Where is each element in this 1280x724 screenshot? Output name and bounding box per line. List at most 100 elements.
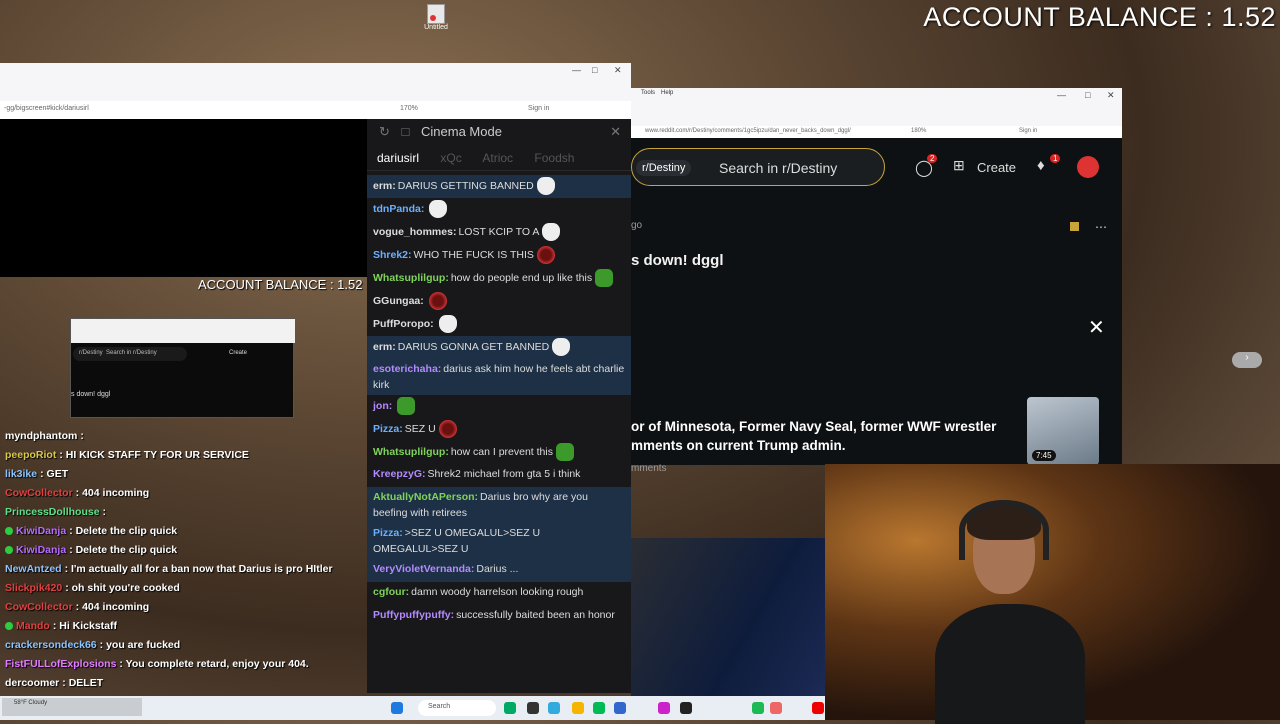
chat-username[interactable]: VeryVioletVernanda:	[373, 563, 474, 575]
chat-username[interactable]: myndphantom	[5, 430, 77, 442]
app-icon-5[interactable]	[658, 702, 670, 714]
address-bar[interactable]: www.reddit.com/r/Destiny/comments/1gc5ip…	[631, 126, 1122, 138]
emote-icon	[542, 223, 561, 241]
chat-username[interactable]: Puffypuffypuffy:	[373, 609, 454, 621]
chat-username[interactable]: jon:	[373, 400, 392, 412]
chat-text: how do people end up like this	[450, 271, 593, 284]
next-arrow-icon[interactable]: ›	[1232, 352, 1262, 368]
start-icon[interactable]	[391, 702, 403, 714]
chat-username[interactable]: tdnPanda:	[373, 203, 424, 215]
folder-icon[interactable]	[572, 702, 584, 714]
news-line-1: or of Minnesota, Former Navy Seal, forme…	[631, 419, 997, 434]
chat-username[interactable]: peepoRiot	[5, 449, 56, 461]
chat-username[interactable]: KiwiDanja	[16, 544, 66, 556]
tab-foodsh[interactable]: Foodsh	[534, 151, 574, 165]
chat-username[interactable]: CowCollector	[5, 487, 73, 499]
chat-username[interactable]: Whatsuplilgup:	[373, 272, 449, 284]
save-icon[interactable]	[1070, 222, 1079, 231]
chat-text: : 404 incoming	[75, 487, 150, 499]
zoom-level[interactable]: 170%	[400, 105, 418, 112]
chat-line: lik3ike: GET	[0, 468, 367, 487]
minimize-icon[interactable]: —	[572, 65, 581, 75]
steam-icon[interactable]	[680, 702, 692, 714]
chat-username[interactable]: NewAntzed	[5, 563, 62, 575]
app-icon-2[interactable]	[527, 702, 539, 714]
chat-username[interactable]: GGungaa:	[373, 295, 424, 307]
weather-widget[interactable]: 58°F Cloudy	[2, 698, 142, 716]
address-bar[interactable]: -gg/bigscreen#kick/dariusirl 170% Sign i…	[0, 101, 631, 119]
chat-username[interactable]: Pizza:	[373, 423, 403, 435]
chat-text: : Delete the clip quick	[69, 525, 178, 537]
youtube-icon[interactable]	[812, 702, 824, 714]
chat-username[interactable]: FistFULLofExplosions	[5, 658, 116, 670]
edge-icon[interactable]	[593, 702, 605, 714]
chat-username[interactable]: CowCollector	[5, 601, 73, 613]
spotify-icon[interactable]	[752, 702, 764, 714]
chat-text: damn woody harrelson looking rough	[411, 586, 584, 598]
maximize-icon[interactable]: □	[1085, 90, 1090, 100]
minimize-icon[interactable]: —	[1057, 90, 1066, 100]
create-icon[interactable]: ⊞	[953, 157, 965, 174]
menu-help[interactable]: Help	[661, 90, 673, 96]
subscriber-badge-icon	[5, 622, 13, 630]
signin-button[interactable]: Sign in	[1019, 128, 1037, 134]
tab-atrioc[interactable]: Atrioc	[482, 151, 513, 165]
channel-tabs: dariusirl xQc Atrioc Foodsh	[367, 145, 631, 171]
chat-username[interactable]: cgfour:	[373, 586, 409, 598]
chat-username[interactable]: Whatsuplilgup:	[373, 446, 449, 458]
chat-username[interactable]: dercoomer	[5, 677, 59, 689]
desktop-file-icon[interactable]: Untitled	[424, 4, 448, 31]
create-button[interactable]: Create	[977, 160, 1016, 175]
tab-dariusirl[interactable]: dariusirl	[377, 151, 419, 165]
close-icon[interactable]: ✕	[614, 65, 622, 76]
chat-username[interactable]: erm:	[373, 180, 396, 192]
chat-username[interactable]: lik3ike	[5, 468, 37, 480]
chat-text: WHO THE FUCK IS THIS	[413, 248, 534, 261]
chat-text: : you are fucked	[99, 639, 181, 651]
chat-username[interactable]: vogue_hommes:	[373, 226, 456, 238]
chat-text: successfully baited been an honor	[456, 609, 615, 621]
chat-username[interactable]: Shrek2:	[373, 249, 412, 261]
chat-username[interactable]: PuffPoropo:	[373, 318, 434, 330]
reddit-browser-window: Tools Help — □ ✕ www.reddit.com/r/Destin…	[631, 88, 1122, 138]
app-icon-3[interactable]	[548, 702, 560, 714]
refresh-icon[interactable]: ↻	[379, 124, 390, 139]
app-icon-4[interactable]	[614, 702, 626, 714]
more-options-icon[interactable]: ⋯	[1095, 220, 1107, 234]
signin-button[interactable]: Sign in	[528, 105, 549, 112]
subscriber-badge-icon	[5, 546, 13, 554]
chat-username[interactable]: KreepzyG:	[373, 468, 426, 480]
tab-xqc[interactable]: xQc	[440, 151, 461, 165]
close-icon[interactable]: ✕	[1088, 315, 1105, 340]
emote-icon	[536, 246, 555, 264]
close-icon[interactable]: ✕	[610, 124, 621, 140]
blurred-video-area	[631, 538, 825, 696]
taskbar-search[interactable]: Search	[418, 700, 496, 716]
chat-username[interactable]: crackersondeck66	[5, 639, 97, 651]
post-title[interactable]: s down! dggl	[631, 252, 723, 269]
zoom-level[interactable]: 180%	[911, 128, 926, 134]
chat-username[interactable]: esoterichaha:	[373, 363, 441, 375]
subreddit-search[interactable]: r/Destiny Search in r/Destiny	[631, 148, 885, 186]
avatar[interactable]	[1077, 156, 1099, 178]
chat-username[interactable]: KiwiDanja	[16, 525, 66, 537]
maximize-icon[interactable]: □	[592, 65, 597, 75]
chat-message: esoterichaha: darius ask him how he feels…	[367, 359, 631, 395]
app-icon-1[interactable]	[504, 702, 516, 714]
chat-username[interactable]: Slickpik420	[5, 582, 62, 594]
bell-icon[interactable]: ♦	[1037, 157, 1045, 174]
chat-line: dercoomer: DELET	[0, 677, 367, 696]
chat-username[interactable]: erm:	[373, 341, 396, 353]
menu-tools[interactable]: Tools	[641, 90, 655, 96]
video-thumbnail[interactable]: 7:45	[1027, 397, 1099, 465]
chat-username[interactable]: AktuallyNotAPerson:	[373, 491, 478, 503]
chat-message: PuffPoropo:	[367, 313, 631, 336]
chat-username[interactable]: Pizza:	[373, 527, 403, 539]
chat-username[interactable]: Mando	[16, 620, 50, 632]
news-headline[interactable]: or of Minnesota, Former Navy Seal, forme…	[631, 417, 996, 455]
comments-link[interactable]: mments	[631, 463, 667, 474]
chat-username[interactable]: PrincessDollhouse	[5, 506, 100, 518]
subscriber-badge-icon	[5, 527, 13, 535]
firefox-icon[interactable]	[770, 702, 782, 714]
close-icon[interactable]: ✕	[1107, 90, 1115, 101]
